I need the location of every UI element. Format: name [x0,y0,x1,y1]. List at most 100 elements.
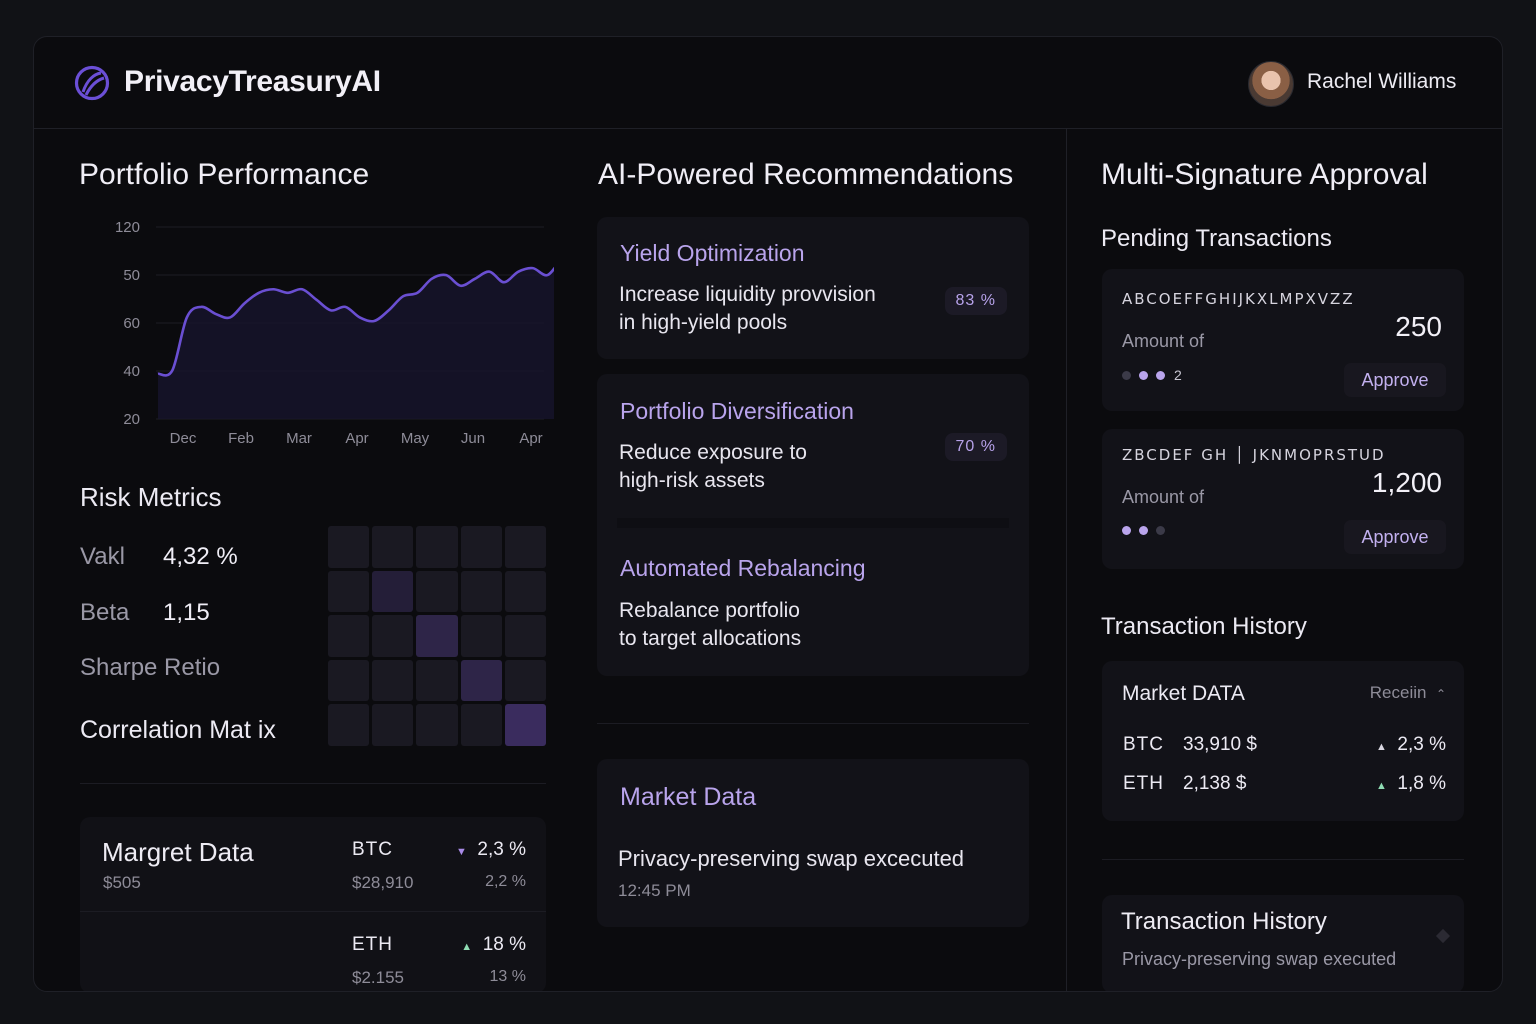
left-market-symbol: BTC [352,839,393,860]
market-filter-label: Receiin [1369,683,1427,702]
left-market-change: ▲ 18 % [461,934,526,956]
divider [597,723,1029,724]
signature-status: 2 [1122,367,1182,383]
portfolio-title: Portfolio Performance [79,158,370,191]
matrix-cell [328,570,370,613]
divider [80,783,546,784]
market-event-title: Market Data [620,783,757,811]
signature-count: 2 [1174,367,1182,383]
matrix-cell [416,526,458,568]
approve-button[interactable]: Approve [1344,363,1446,397]
transaction-history-title: Transaction History [1101,613,1307,640]
matrix-cell [460,526,502,568]
chart-y-tick: 50 [123,267,140,284]
left-market-title: Margret Data [102,837,254,867]
correlation-matrix-title: Correlation Mat ix [80,716,276,744]
signature-dot [1156,526,1165,535]
divider [617,518,1009,528]
recommendations-title: AI-Powered Recommendations [598,158,1014,191]
matrix-cell [328,704,370,746]
up-arrow-icon: ▲ [1375,780,1387,792]
signature-dot [1122,526,1131,535]
matrix-cell [504,526,546,568]
chart-y-tick: 40 [123,363,140,380]
left-market-change: ▼ 2,3 % [456,839,526,861]
matrix-cell [372,570,414,613]
market-filter-dropdown[interactable]: Receiin ⌃ [1370,683,1446,703]
chevron-right-icon [1435,928,1451,944]
chart-x-tick: Apr [345,430,368,447]
up-arrow-icon: ▲ [461,941,473,953]
matrix-cell [372,704,414,746]
market-change: ▲ 1,8 % [1376,773,1446,795]
down-arrow-icon: ▼ [455,846,467,858]
pending-transaction-card: ABCOEFFGHIJKXLMPXVZZ Amount of 250 2 App… [1102,269,1464,411]
divider [1102,859,1464,860]
transaction-history-card-title: Transaction History [1121,908,1327,935]
matrix-cell [460,570,502,613]
chart-y-tick: 20 [123,411,140,428]
recommendation-title: Yield Optimization [620,240,805,266]
market-price: 2,138 $ [1183,773,1247,794]
transaction-amount: 250 [1395,311,1442,342]
user-name[interactable]: Rachel Williams [1307,70,1456,94]
left-market-price: $2.155 [352,968,404,987]
left-market-card: Margret Data $505 BTC $28,910 ▼ 2,3 % 2,… [80,817,546,991]
matrix-cell [504,659,546,702]
up-arrow-icon: ▲ [1375,741,1387,753]
chart-area-fill [158,268,554,419]
market-data-card: Market DATA Receiin ⌃ BTC 33,910 $ ▲ 2,3… [1102,661,1464,821]
market-price: 33,910 $ [1183,734,1257,755]
matrix-cell [328,659,370,702]
chevron-up-icon: ⌃ [1435,687,1446,701]
risk-title: Risk Metrics [80,482,222,512]
signature-dot [1139,370,1148,380]
left-market-change-secondary: 13 % [489,968,526,985]
market-change-value: 2,3 % [1397,734,1446,755]
signature-dot [1122,370,1131,380]
transaction-history-card-text: Privacy-preserving swap executed [1122,949,1397,969]
signature-dot [1139,526,1148,535]
market-change-value: 1,8 % [1397,773,1446,794]
recommendation-line: Reduce exposure to [619,441,807,464]
transaction-id: ZBCDEF GH │ JKNMOPRSTUD [1122,446,1386,464]
logo-icon [74,65,110,101]
matrix-cell [328,615,370,657]
chart-y-tick: 60 [123,315,140,332]
chart-x-tick: Mar [286,430,312,447]
column-divider [1066,129,1067,991]
recommendation-line: Rebalance portfolio [619,599,800,622]
confidence-badge: 70 % [944,433,1007,461]
matrix-cell [460,704,502,746]
recommendation-card[interactable]: Yield Optimization Increase liquidity pr… [597,217,1029,359]
recommendation-card[interactable]: Portfolio Diversification Reduce exposur… [597,374,1029,676]
metric-label-sharpe: Sharpe Retio [80,654,221,681]
chart-x-tick: Feb [228,430,254,447]
metric-label-beta: Beta [80,599,130,626]
confidence-badge: 83 % [944,287,1007,315]
amount-label: Amount of [1122,331,1205,351]
recommendation-line: in high-yield pools [619,311,788,334]
matrix-cell [416,615,458,657]
chart-x-tick: Jun [461,430,485,447]
amount-label: Amount of [1122,487,1205,507]
market-change: ▲ 2,3 % [1376,734,1446,756]
signature-dot [1156,370,1165,380]
metric-value-beta: 1,15 [163,599,210,626]
divider [80,911,546,912]
avatar[interactable] [1248,61,1294,107]
chart-x-tick: Apr [519,430,542,447]
transaction-history-card[interactable]: Transaction History Privacy-preserving s… [1102,895,1464,991]
multisig-title: Multi-Signature Approval [1101,158,1428,191]
recommendation-title: Portfolio Diversification [620,398,854,424]
matrix-cell [504,704,546,746]
recommendation-description: Rebalance portfolio to target allocation… [619,597,801,653]
metric-value-var: 4,32 % [163,543,238,570]
matrix-cell [372,615,414,657]
left-market-symbol: ETH [352,934,393,955]
approve-button[interactable]: Approve [1344,520,1446,554]
pending-transactions-title: Pending Transactions [1101,225,1332,252]
metric-label-var: Vakl [80,543,125,570]
matrix-cell [504,570,546,613]
matrix-cell [416,570,458,613]
